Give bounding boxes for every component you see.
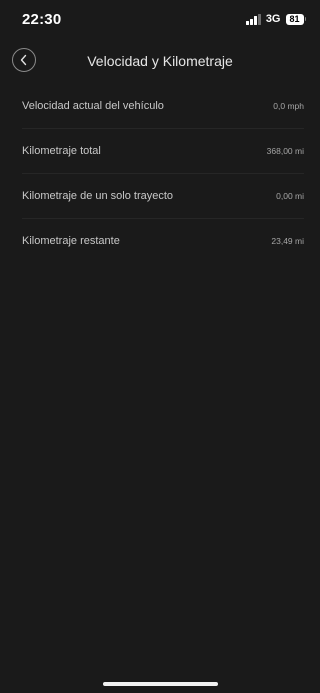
battery-icon: 81 <box>285 13 306 25</box>
item-value: 0,00 mi <box>276 191 304 201</box>
nav-header: Velocidad y Kilometraje <box>0 44 320 78</box>
item-label: Kilometraje total <box>22 145 101 157</box>
status-indicators: 3G 81 <box>246 12 306 26</box>
list-item-trip-mileage: Kilometraje de un solo trayecto 0,00 mi <box>22 173 304 218</box>
chevron-left-icon <box>20 54 27 66</box>
item-label: Kilometraje restante <box>22 235 120 247</box>
back-button[interactable] <box>12 48 36 72</box>
list-item-remaining-range: Kilometraje restante 23,49 mi <box>22 218 304 263</box>
list-item-total-mileage: Kilometraje total 368,00 mi <box>22 128 304 173</box>
home-indicator[interactable] <box>103 682 218 686</box>
battery-level: 81 <box>285 13 304 25</box>
cellular-signal-icon <box>246 13 261 25</box>
list-item-current-speed: Velocidad actual del vehículo 0,0 mph <box>22 84 304 128</box>
item-value: 368,00 mi <box>266 146 304 156</box>
status-time: 22:30 <box>22 11 62 28</box>
page-title: Velocidad y Kilometraje <box>87 53 233 69</box>
network-type: 3G <box>265 13 281 25</box>
item-label: Velocidad actual del vehículo <box>22 100 164 112</box>
item-label: Kilometraje de un solo trayecto <box>22 190 174 202</box>
item-value: 23,49 mi <box>271 236 304 246</box>
info-list: Velocidad actual del vehículo 0,0 mph Ki… <box>0 84 320 263</box>
status-bar: 22:30 3G 81 <box>0 0 320 40</box>
item-value: 0,0 mph <box>273 101 304 111</box>
